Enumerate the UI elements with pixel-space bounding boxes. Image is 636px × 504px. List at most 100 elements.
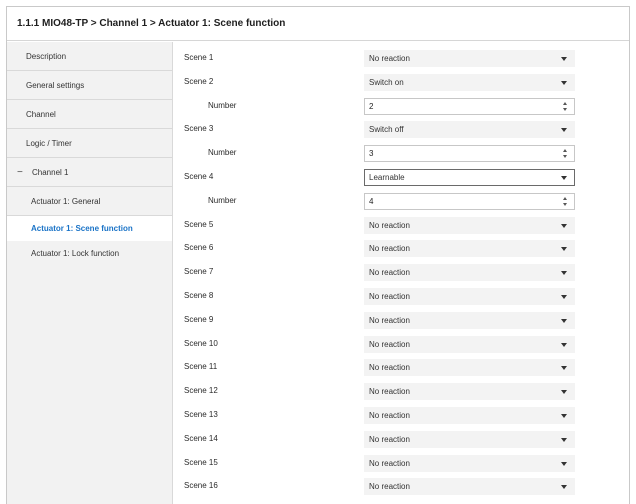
chevron-down-icon[interactable] (563, 155, 567, 159)
number-label: Number (208, 195, 237, 205)
scene-row: Scene 5 No reaction (174, 216, 629, 238)
scene-row: Scene 10 No reaction (174, 335, 629, 357)
sidebar-item-actuator-general[interactable]: Actuator 1: General (7, 187, 172, 216)
dropdown-value: No reaction (369, 458, 410, 468)
scene-dropdown[interactable]: No reaction (364, 288, 575, 305)
scene-dropdown[interactable]: Switch on (364, 73, 575, 91)
chevron-down-icon[interactable] (561, 318, 567, 323)
chevron-up-icon[interactable] (563, 149, 567, 153)
scene-row: Scene 7 No reaction (174, 263, 629, 285)
sidebar-item-logic-timer[interactable]: Logic / Timer (7, 129, 172, 158)
stepper-value[interactable]: 3 (369, 149, 373, 158)
dropdown-value: No reaction (369, 220, 410, 230)
scene-dropdown[interactable]: No reaction (364, 264, 575, 282)
chevron-down-icon[interactable] (561, 80, 567, 85)
sidebar-item-actuator-lock-function[interactable]: Actuator 1: Lock function (7, 241, 172, 266)
dropdown-value: No reaction (369, 411, 410, 420)
sidebar-item-label: Logic / Timer (26, 138, 72, 148)
dropdown-value: No reaction (369, 268, 410, 278)
sidebar-item-label: General settings (26, 80, 85, 90)
scene-dropdown[interactable]: No reaction (364, 50, 575, 67)
chevron-down-icon[interactable] (561, 414, 567, 418)
sidebar-item-channel-1[interactable]: − Channel 1 (7, 158, 172, 187)
sidebar-item-general-settings[interactable]: General settings (7, 71, 172, 100)
chevron-down-icon[interactable] (561, 295, 567, 299)
scene-dropdown[interactable]: No reaction (364, 240, 575, 258)
sidebar-item-label: Channel (26, 109, 56, 119)
breadcrumb-header: 1.1.1 MIO48-TP > Channel 1 > Actuator 1:… (7, 7, 629, 41)
dropdown-value: No reaction (369, 315, 410, 325)
chevron-down-icon[interactable] (561, 247, 567, 252)
scene-label: Scene 4 (184, 172, 214, 181)
scene-dropdown[interactable]: No reaction (364, 430, 575, 448)
sidebar-item-channel[interactable]: Channel (7, 100, 172, 129)
sidebar-item-actuator-scene-function[interactable]: Actuator 1: Scene function (7, 216, 172, 241)
number-row: Number 3 (174, 144, 629, 166)
stepper-value[interactable]: 4 (369, 197, 373, 206)
scene-label: Scene 7 (184, 267, 214, 277)
scene-label: Scene 2 (184, 76, 214, 86)
chevron-down-icon[interactable] (561, 223, 567, 228)
chevron-down-icon[interactable] (561, 366, 567, 371)
chevron-down-icon[interactable] (561, 461, 567, 466)
scene-dropdown[interactable]: No reaction (364, 478, 575, 496)
chevron-down-icon[interactable] (561, 57, 567, 61)
collapse-icon[interactable]: − (17, 167, 32, 178)
chevron-down-icon[interactable] (563, 202, 567, 206)
scene-dropdown[interactable]: No reaction (364, 407, 575, 424)
number-row: Number 2 (174, 97, 629, 119)
scene-row: Scene 3 Switch off (174, 120, 629, 142)
scene-row: Scene 15 No reaction (174, 454, 629, 476)
scene-dropdown[interactable]: Learnable (364, 169, 575, 186)
scene-label: Scene 11 (184, 362, 218, 372)
scene-label: Scene 16 (184, 481, 218, 491)
number-label: Number (208, 100, 237, 110)
scene-dropdown[interactable]: No reaction (364, 359, 575, 377)
scene-label: Scene 10 (184, 338, 218, 348)
scene-label: Scene 14 (184, 433, 218, 443)
dropdown-value: No reaction (369, 292, 410, 301)
sidebar-item-label: Channel 1 (32, 167, 69, 177)
scene-row: Scene 13 No reaction (174, 406, 629, 428)
chevron-down-icon[interactable] (561, 342, 567, 347)
sidebar-item-label: Description (26, 51, 67, 61)
chevron-down-icon[interactable] (561, 176, 567, 180)
chevron-down-icon[interactable] (561, 485, 567, 490)
sidebar-item-description[interactable]: Description (7, 42, 172, 71)
dropdown-value: No reaction (369, 54, 410, 63)
scene-row: Scene 2 Switch on (174, 73, 629, 95)
scene-dropdown[interactable]: No reaction (364, 216, 575, 234)
scene-dropdown[interactable]: No reaction (364, 383, 575, 401)
dropdown-value: No reaction (369, 387, 410, 397)
number-label: Number (208, 148, 237, 158)
parameter-panel: Scene 1 No reaction Scene 2 Switch on Number… (174, 42, 629, 504)
dropdown-value: No reaction (369, 482, 410, 492)
dropdown-value: Switch off (369, 125, 404, 135)
chevron-down-icon[interactable] (561, 437, 567, 442)
number-stepper[interactable]: 3 (364, 145, 575, 163)
scene-dropdown[interactable]: No reaction (364, 454, 575, 472)
scene-row: Scene 4 Learnable (174, 168, 629, 190)
sidebar: Description General settings Channel Log… (7, 42, 173, 504)
chevron-down-icon[interactable] (561, 390, 567, 395)
scene-row: Scene 14 No reaction (174, 430, 629, 452)
scene-row: Scene 8 No reaction (174, 287, 629, 309)
dropdown-value: No reaction (369, 434, 410, 444)
number-stepper[interactable]: 4 (364, 192, 575, 210)
chevron-down-icon[interactable] (561, 128, 567, 133)
number-stepper[interactable]: 2 (364, 97, 575, 115)
chevron-up-icon[interactable] (563, 101, 567, 105)
scene-row: Scene 6 No reaction (174, 239, 629, 261)
stepper-value[interactable]: 2 (369, 102, 373, 111)
scene-label: Scene 12 (184, 386, 218, 396)
chevron-up-icon[interactable] (563, 196, 567, 200)
scene-label: Scene 13 (184, 410, 218, 419)
scene-label: Scene 1 (184, 53, 214, 62)
scene-row: Scene 9 No reaction (174, 311, 629, 333)
scene-dropdown[interactable]: No reaction (364, 335, 575, 353)
scene-dropdown[interactable]: No reaction (364, 311, 575, 329)
sidebar-item-label: Actuator 1: Scene function (31, 224, 133, 233)
chevron-down-icon[interactable] (563, 107, 567, 111)
scene-dropdown[interactable]: Switch off (364, 121, 575, 139)
chevron-down-icon[interactable] (561, 271, 567, 276)
